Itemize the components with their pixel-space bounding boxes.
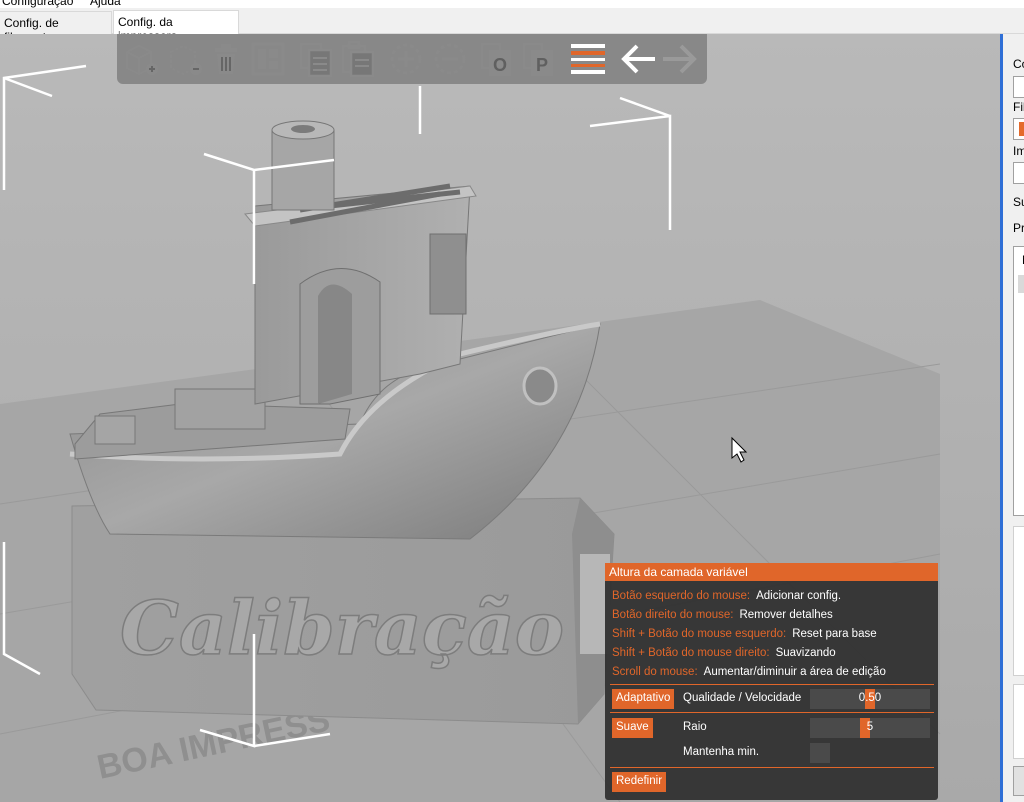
menubar: Configuração Ajuda (0, 0, 1024, 8)
tab-bar: Config. de filamento Config. da impresso… (0, 8, 1024, 44)
svg-text:P: P (536, 55, 548, 75)
keep-min-label: Mantenha min. (683, 746, 760, 758)
radius-label: Raio (683, 721, 707, 733)
tab-filament-settings[interactable]: Config. de filamento (0, 11, 112, 44)
delete-all-icon[interactable] (207, 40, 245, 78)
adaptive-button[interactable]: Adaptativo (612, 689, 675, 709)
undo-icon[interactable] (619, 40, 657, 78)
help-row-shift-left-click: Shift + Botão do mouse esquerdo: Reset pa… (612, 628, 877, 640)
copy-icon[interactable] (297, 40, 335, 78)
viewport-toolbar: O P (117, 34, 707, 84)
arrange-icon[interactable] (249, 40, 287, 78)
sidebar-combo-1[interactable] (1013, 76, 1024, 98)
quality-speed-label: Qualidade / Velocidade (683, 692, 802, 704)
help-row-scroll: Scroll do mouse: Aumentar/diminuir a área… (612, 666, 886, 678)
filament-color-swatch (1019, 122, 1024, 136)
tab-printer-settings[interactable]: Config. da impressora (113, 10, 239, 43)
sidebar-label-co: Co (1013, 57, 1024, 71)
sidebar-label-im: Im (1013, 144, 1024, 158)
smooth-button[interactable]: Suave (612, 718, 653, 738)
remove-instance-icon[interactable] (431, 40, 469, 78)
dialog-title: Altura da camada variável (605, 563, 938, 581)
quality-slider-value: 0.50 (858, 692, 882, 704)
radius-slider[interactable]: 5 (810, 718, 930, 738)
variable-layer-height-icon[interactable] (569, 40, 607, 78)
help-row-left-click: Botão esquerdo do mouse: Adicionar config… (612, 590, 842, 602)
base-embossed-text: Calibração (120, 586, 564, 672)
remove-object-icon[interactable] (165, 40, 203, 78)
add-object-icon[interactable] (121, 40, 159, 78)
sidebar-combo-printer[interactable] (1013, 162, 1024, 184)
sidebar-slice-button[interactable] (1013, 766, 1024, 796)
paste-icon[interactable] (339, 40, 377, 78)
quality-speed-slider[interactable]: 0.50 (810, 689, 930, 709)
svg-text:O: O (493, 55, 507, 75)
keep-min-checkbox[interactable] (810, 743, 830, 763)
object-list[interactable]: N (1013, 246, 1024, 516)
sidebar-settings-box (1013, 526, 1024, 676)
dialog-separator (610, 684, 934, 685)
help-row-shift-right-click: Shift + Botão do mouse direito: Suavizand… (612, 647, 836, 659)
menu-ajuda[interactable]: Ajuda (90, 0, 121, 8)
help-row-right-click: Botão direito do mouse: Remover detalhes (612, 609, 833, 621)
split-objects-icon[interactable]: O (479, 40, 517, 78)
menu-configuracao[interactable]: Configuração (2, 0, 73, 8)
sidebar-label-fil: Fil (1013, 100, 1024, 114)
add-instance-icon[interactable] (387, 40, 425, 78)
object-list-selected-row[interactable] (1018, 275, 1024, 293)
sidebar-info-box (1013, 684, 1024, 759)
radius-slider-value: 5 (866, 721, 874, 733)
sidebar-label-pr: Pr (1013, 221, 1024, 235)
sidebar-label-su: Su (1013, 195, 1024, 209)
right-sidebar: Co Fil Im Su Pr N (1003, 34, 1024, 802)
redo-icon[interactable] (661, 40, 699, 78)
variable-layer-height-dialog: Altura da camada variável Botão esquerdo… (605, 563, 938, 800)
dialog-separator (610, 712, 934, 713)
dialog-separator (610, 767, 934, 768)
reset-button[interactable]: Redefinir (612, 772, 667, 792)
split-parts-icon[interactable]: P (521, 40, 559, 78)
